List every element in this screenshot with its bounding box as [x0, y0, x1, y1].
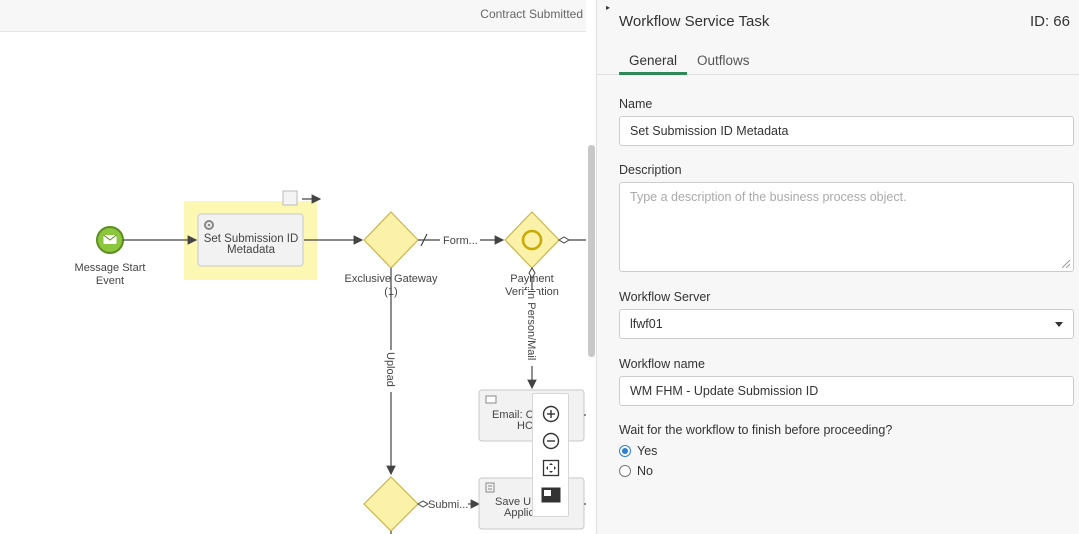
panel-title: Workflow Service Task [619, 13, 770, 30]
flow-label-in-person: In Person/Mail [525, 290, 537, 360]
radio-yes-label: Yes [637, 444, 658, 458]
workflow-name-label: Workflow name [619, 357, 705, 371]
process-diagram: Message Start Event Set Submission ID Me… [75, 190, 596, 534]
start-event-label-2: Event [96, 275, 124, 287]
name-label: Name [619, 97, 653, 111]
element-id: ID: 66 [1029, 13, 1070, 30]
exclusive-gateway[interactable] [363, 211, 419, 269]
radio-no[interactable]: No [619, 464, 653, 478]
chevron-down-icon [1055, 322, 1063, 327]
wait-question-label: Wait for the workflow to finish before p… [619, 423, 893, 437]
minimap-icon[interactable] [541, 485, 561, 505]
payment-verification-gateway[interactable] [504, 211, 560, 269]
tab-general[interactable]: General [629, 53, 677, 68]
zoom-toolbar [532, 393, 569, 517]
process-canvas[interactable]: Contract Submitted Message Start Event S… [0, 0, 596, 534]
collapse-arrow-icon[interactable]: ▸ [606, 3, 610, 12]
radio-yes[interactable]: Yes [619, 444, 657, 458]
zoom-out-icon[interactable] [541, 431, 561, 451]
description-textarea[interactable]: Type a description of the business proce… [619, 182, 1074, 272]
radio-no-label: No [637, 464, 653, 478]
panel-tabs: General Outflows [597, 46, 1079, 75]
gateway-submit[interactable] [363, 476, 419, 532]
task-label-2: Metadata [227, 244, 276, 256]
flow-label-upload: Upload [384, 352, 396, 387]
zoom-in-icon[interactable] [541, 404, 561, 424]
workflow-server-select[interactable]: lfwf01 [619, 309, 1074, 339]
start-event-label-1: Message Start [75, 262, 146, 274]
start-event[interactable] [96, 226, 124, 254]
envelope-icon [485, 395, 497, 404]
properties-panel: ▸ Workflow Service Task ID: 66 General O… [596, 0, 1079, 534]
task-set-submission-id[interactable]: Set Submission ID Metadata [197, 213, 304, 267]
save-task-label-2: Applic [504, 507, 534, 519]
name-input[interactable]: Set Submission ID Metadata [619, 116, 1074, 146]
active-tab-indicator [619, 72, 687, 75]
flow-label-submit: Submi... [428, 499, 468, 511]
description-placeholder: Type a description of the business proce… [630, 190, 907, 204]
workflow-name-input[interactable]: WM FHM - Update Submission ID [619, 376, 1074, 406]
fit-screen-icon[interactable] [541, 458, 561, 478]
email-task-label-2: HC [517, 420, 533, 432]
resize-grip-icon[interactable] [1062, 260, 1070, 268]
tab-outflows[interactable]: Outflows [697, 53, 750, 68]
description-label: Description [619, 163, 682, 177]
workflow-server-label: Workflow Server [619, 290, 711, 304]
scrollbar-thumb[interactable] [588, 145, 595, 357]
flow-label-form: Form... [443, 235, 478, 247]
radio-button-checked[interactable] [619, 445, 631, 457]
workflow-server-value: lfwf01 [630, 317, 663, 331]
radio-button[interactable] [619, 465, 631, 477]
